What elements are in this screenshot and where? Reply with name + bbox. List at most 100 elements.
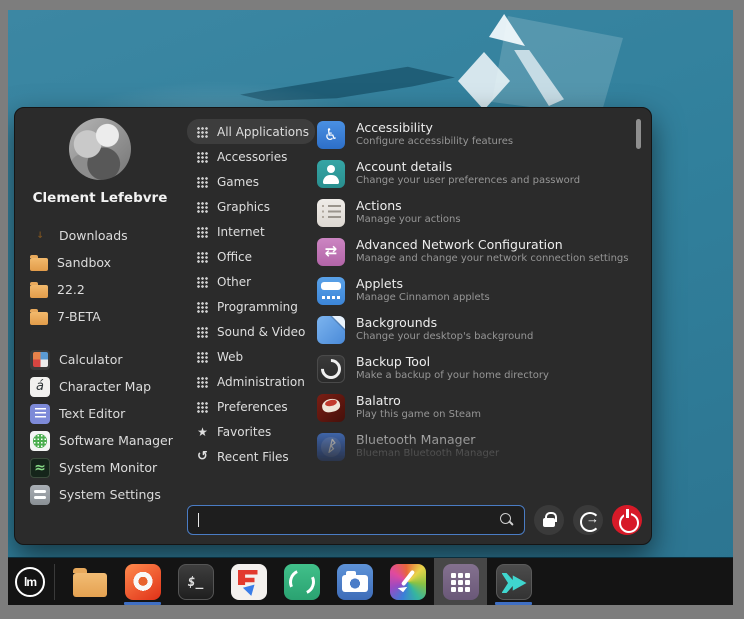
category-icon — [196, 401, 209, 413]
application-subtitle: Manage and change your network connectio… — [356, 253, 628, 266]
application-icon — [317, 121, 345, 149]
category-icon — [196, 301, 209, 313]
application-text: Accessibility Configure accessibility fe… — [356, 120, 513, 148]
category-icon — [196, 176, 209, 188]
application-item[interactable]: Actions Manage your actions — [313, 193, 633, 232]
application-text: Backgrounds Change your desktop's backgr… — [356, 315, 533, 343]
scrollbar-thumb[interactable] — [636, 119, 641, 149]
category-item[interactable]: Recent Files — [187, 444, 315, 469]
application-text: Actions Manage your actions — [356, 198, 461, 226]
application-item[interactable]: Account details Change your user prefere… — [313, 154, 633, 193]
application-subtitle: Blueman Bluetooth Manager — [356, 448, 499, 461]
place-label: 7-BETA — [57, 309, 101, 324]
application-item[interactable]: Backup Tool Make a backup of your home d… — [313, 349, 633, 388]
menu-sidebar: Clement Lefebvre Downloads Sandbox — [15, 108, 185, 544]
taskbar-item[interactable] — [116, 558, 169, 605]
application-item[interactable]: Balatro Play this game on Steam — [313, 388, 633, 427]
application-icon — [317, 316, 345, 344]
category-item[interactable]: Programming — [187, 294, 315, 319]
taskbar-item[interactable] — [63, 558, 116, 605]
folder-icon — [30, 226, 50, 246]
folder-icon — [30, 312, 48, 325]
taskbar-item[interactable] — [169, 558, 222, 605]
search-input[interactable] — [188, 506, 524, 534]
place-label: Downloads — [59, 228, 128, 243]
session-button[interactable] — [612, 505, 642, 535]
category-label: Graphics — [217, 200, 270, 214]
taskbar-item[interactable] — [222, 558, 275, 605]
place-item[interactable]: 7-BETA — [15, 303, 185, 330]
category-icon — [196, 425, 209, 438]
application-title: Backup Tool — [356, 354, 549, 370]
category-item[interactable]: Accessories — [187, 144, 315, 169]
category-item[interactable]: Preferences — [187, 394, 315, 419]
category-label: Web — [217, 350, 243, 364]
category-item[interactable]: Favorites — [187, 419, 315, 444]
category-item[interactable]: Other — [187, 269, 315, 294]
menu-launcher-button[interactable] — [8, 558, 52, 606]
session-button[interactable] — [573, 505, 603, 535]
application-text: Applets Manage Cinnamon applets — [356, 276, 490, 304]
category-item[interactable]: Administration — [187, 369, 315, 394]
category-item[interactable]: All Applications — [187, 119, 315, 144]
shortcut-item[interactable]: Character Map — [15, 373, 185, 400]
category-icon — [196, 151, 209, 163]
application-text: Bluetooth Manager Blueman Bluetooth Mana… — [356, 432, 499, 460]
taskbar-item[interactable] — [381, 558, 434, 605]
shortcut-item[interactable]: Text Editor — [15, 400, 185, 427]
application-subtitle: Manage Cinnamon applets — [356, 292, 490, 305]
application-item[interactable]: Applets Manage Cinnamon applets — [313, 271, 633, 310]
taskbar-separator — [54, 564, 55, 600]
category-item[interactable]: Office — [187, 244, 315, 269]
place-item[interactable]: Downloads — [15, 222, 185, 249]
shortcut-item[interactable]: System Monitor — [15, 454, 185, 481]
category-item[interactable]: Internet — [187, 219, 315, 244]
application-subtitle: Change your desktop's background — [356, 331, 533, 344]
taskbar-app-icon — [496, 564, 532, 600]
taskbar-item[interactable] — [275, 558, 328, 605]
shortcut-item[interactable]: System Settings — [15, 481, 185, 508]
application-icon — [317, 355, 345, 383]
application-icon — [317, 238, 345, 266]
application-item[interactable]: Backgrounds Change your desktop's backgr… — [313, 310, 633, 349]
application-title: Account details — [356, 159, 580, 175]
category-item[interactable]: Graphics — [187, 194, 315, 219]
taskbar-item[interactable] — [328, 558, 381, 605]
category-item[interactable]: Web — [187, 344, 315, 369]
search-box[interactable] — [187, 505, 525, 535]
place-item[interactable]: Sandbox — [15, 249, 185, 276]
shortcut-item[interactable]: Calculator — [15, 346, 185, 373]
shortcut-label: Text Editor — [59, 406, 125, 421]
shortcut-label: System Settings — [59, 487, 161, 502]
application-subtitle: Make a backup of your home directory — [356, 370, 549, 383]
place-item[interactable]: 22.2 — [15, 276, 185, 303]
taskbar-item[interactable] — [434, 558, 487, 605]
category-item[interactable]: Games — [187, 169, 315, 194]
application-subtitle: Configure accessibility features — [356, 136, 513, 149]
user-avatar-photo[interactable] — [69, 118, 131, 180]
taskbar-app-icon — [231, 564, 267, 600]
application-item[interactable]: Accessibility Configure accessibility fe… — [313, 115, 633, 154]
search-icon — [500, 513, 514, 528]
mint-logo-icon — [15, 567, 45, 597]
category-item[interactable]: Sound & Video — [187, 319, 315, 344]
places-list: Downloads Sandbox 22.2 7-BETA — [15, 222, 185, 330]
taskbar-item[interactable] — [487, 558, 540, 605]
taskbar-app-icon — [284, 564, 320, 600]
shortcut-label: Calculator — [59, 352, 122, 367]
category-label: Accessories — [217, 150, 287, 164]
shortcut-item[interactable]: Software Manager — [15, 427, 185, 454]
application-text: Account details Change your user prefere… — [356, 159, 580, 187]
category-label: Games — [217, 175, 259, 189]
application-text: Advanced Network Configuration Manage an… — [356, 237, 628, 265]
application-item[interactable]: Advanced Network Configuration Manage an… — [313, 232, 633, 271]
application-title: Accessibility — [356, 120, 513, 136]
shortcut-label: Character Map — [59, 379, 151, 394]
session-button[interactable] — [534, 505, 564, 535]
app-icon — [30, 404, 50, 424]
category-label: Favorites — [217, 425, 271, 439]
user-name[interactable]: Clement Lefebvre — [15, 190, 185, 206]
folder-icon — [30, 285, 48, 298]
application-item[interactable]: Bluetooth Manager Blueman Bluetooth Mana… — [313, 427, 633, 466]
category-icon — [196, 450, 209, 463]
